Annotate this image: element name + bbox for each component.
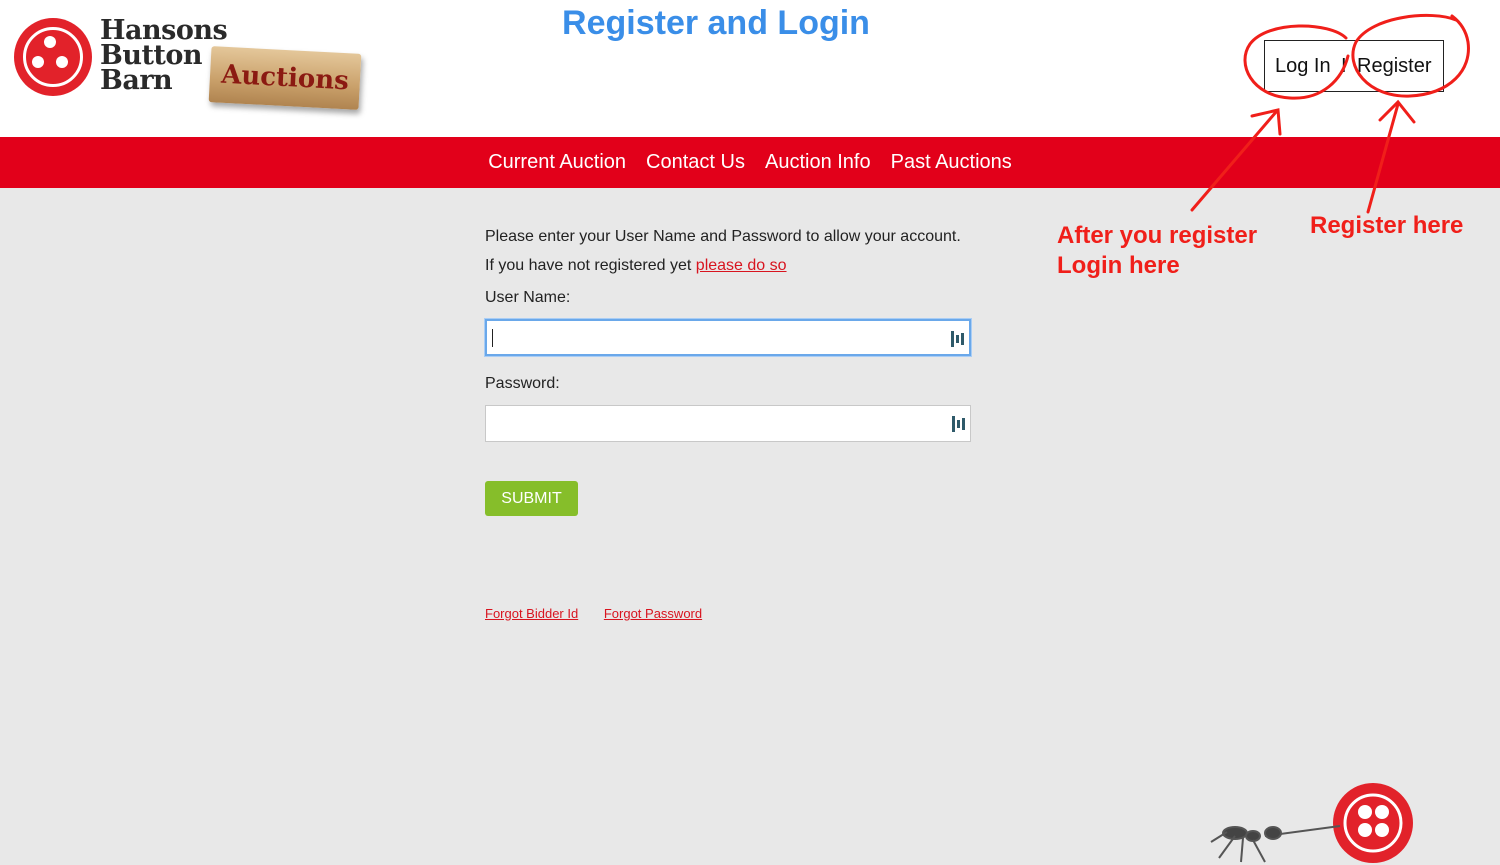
login-form: Please enter your User Name and Password…	[485, 222, 985, 621]
login-annotation-line-1: After you register	[1057, 222, 1258, 249]
site-logo[interactable]: Hansons Button Barn Auctions	[14, 16, 364, 116]
password-manager-icon[interactable]	[952, 416, 966, 432]
username-input[interactable]	[485, 319, 971, 356]
logo-wordmark: Hansons Button Barn	[100, 17, 228, 96]
site-header: Hansons Button Barn Auctions Register an…	[0, 0, 1500, 137]
password-label: Password:	[485, 375, 560, 392]
password-input[interactable]	[485, 405, 971, 442]
logo-auctions-tag: Auctions	[208, 46, 362, 110]
login-instructions: Please enter your User Name and Password…	[485, 222, 985, 280]
logo-line-3: Barn	[100, 65, 173, 96]
username-label: User Name:	[485, 289, 571, 306]
nav-item-past-auctions[interactable]: Past Auctions	[891, 151, 1012, 174]
login-annotation: After you register Login here	[1057, 221, 1257, 281]
page-title: Register and Login	[562, 4, 870, 42]
instructions-line-1: Please enter your User Name and Password…	[485, 228, 961, 245]
nav-item-auction-info[interactable]: Auction Info	[765, 151, 871, 174]
button-logo-icon	[14, 18, 92, 96]
auth-separator: I	[1341, 55, 1347, 77]
forgot-bidder-id-link[interactable]: Forgot Bidder Id	[485, 606, 578, 621]
account-recovery-links: Forgot Bidder Id Forgot Password	[485, 606, 724, 621]
forgot-password-link[interactable]: Forgot Password	[604, 606, 702, 621]
ant-button-mascot	[1210, 783, 1413, 863]
text-caret	[492, 329, 493, 347]
nav-item-current-auction[interactable]: Current Auction	[488, 151, 626, 174]
please-register-link[interactable]: please do so	[696, 257, 787, 274]
login-link[interactable]: Log In	[1275, 55, 1331, 78]
register-link[interactable]: Register	[1357, 55, 1431, 78]
register-prompt-text: If you have not registered yet	[485, 257, 692, 274]
register-annotation: Register here	[1310, 212, 1464, 239]
submit-button[interactable]: SUBMIT	[485, 481, 578, 516]
auth-links-box: Log In I Register	[1264, 40, 1444, 92]
main-nav: Current Auction Contact Us Auction Info …	[0, 137, 1500, 188]
nav-item-contact-us[interactable]: Contact Us	[646, 151, 745, 174]
login-annotation-line-2: Login here	[1057, 252, 1180, 279]
password-manager-icon[interactable]	[951, 331, 965, 347]
instructions-line-2: If you have not registered yet please do…	[485, 251, 985, 280]
